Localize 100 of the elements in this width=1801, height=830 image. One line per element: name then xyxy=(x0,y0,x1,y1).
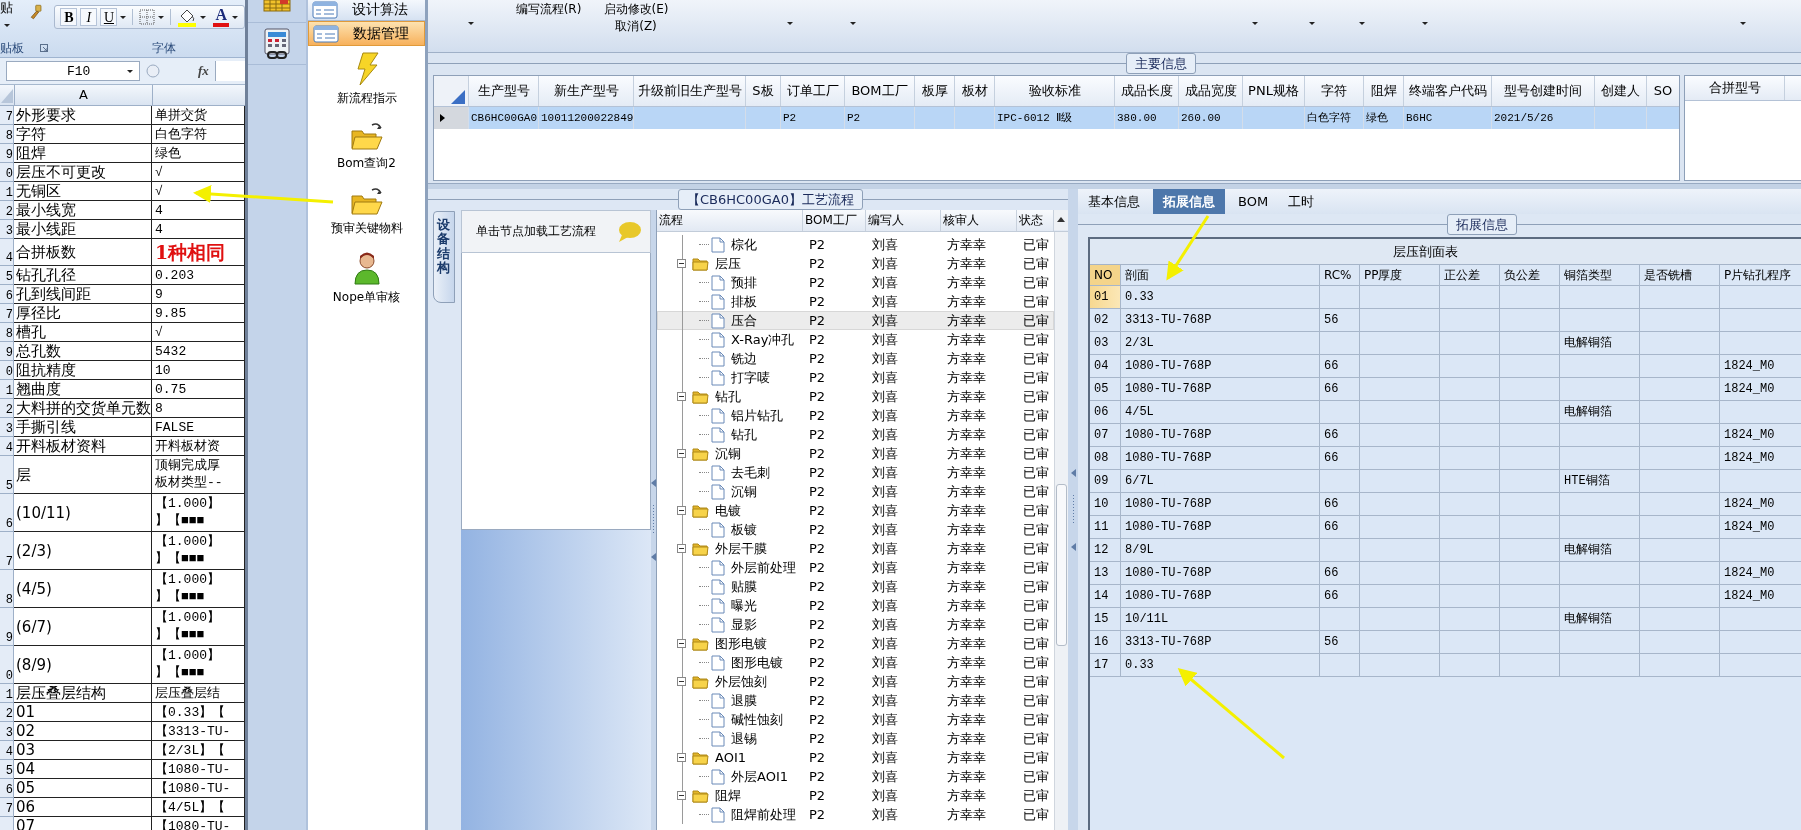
row-number[interactable]: 03 xyxy=(1090,332,1121,355)
toolbar-button[interactable]: 启动修改(E) 取消(Z) xyxy=(596,0,676,35)
column-header[interactable]: 铜箔类型 xyxy=(1560,265,1640,286)
row-header[interactable]: 1 xyxy=(0,182,14,201)
caret-icon[interactable] xyxy=(232,15,238,19)
row-header[interactable]: 6 xyxy=(0,285,14,304)
formula-field[interactable] xyxy=(214,61,245,81)
column-header[interactable]: 订单工厂 xyxy=(780,76,844,106)
tree-row[interactable]: 棕化 P2 刘喜 方幸幸 已审 xyxy=(657,235,1054,254)
column-header[interactable]: 流程 xyxy=(657,210,803,231)
expand-toggle[interactable] xyxy=(677,791,686,800)
column-header[interactable]: RC% xyxy=(1320,265,1360,286)
expand-toggle[interactable] xyxy=(677,544,686,553)
column-header[interactable]: 核审人 xyxy=(941,210,1017,231)
grip-icon[interactable] xyxy=(1071,494,1075,525)
tree-row[interactable]: X-Ray冲孔 P2 刘喜 方幸幸 已审 xyxy=(657,330,1054,349)
tree-row[interactable]: 显影 P2 刘喜 方幸幸 已审 xyxy=(657,615,1054,634)
tree-row[interactable]: 铣边 P2 刘喜 方幸幸 已审 xyxy=(657,349,1054,368)
table-row[interactable]: CB6HC00GA0 10011200022849 P2 P2 IPC-6012 Ⅱ级 380.00 260.00 白色字符 绿色 B6HC 2021/5/26 xyxy=(434,107,1679,129)
grid-icon[interactable] xyxy=(262,0,292,12)
tree-row[interactable]: 排板 P2 刘喜 方幸幸 已审 xyxy=(657,292,1054,311)
row-number[interactable]: 16 xyxy=(1090,631,1121,654)
column-header[interactable]: 板厚 xyxy=(914,76,954,106)
column-header[interactable]: PNL规格 xyxy=(1242,76,1304,106)
tab[interactable]: BOM xyxy=(1231,189,1276,214)
caret-icon[interactable] xyxy=(200,15,207,19)
tree-row[interactable]: 曝光 P2 刘喜 方幸幸 已审 xyxy=(657,596,1054,615)
tree-row[interactable]: 外层前处理 P2 刘喜 方幸幸 已审 xyxy=(657,558,1054,577)
row-header[interactable]: 1 xyxy=(0,380,14,399)
row-number[interactable]: 06 xyxy=(1090,401,1121,424)
nav-command[interactable]: Bom查询2 xyxy=(308,115,425,180)
caret-icon[interactable] xyxy=(468,22,474,25)
tree-row[interactable]: 预排 P2 刘喜 方幸幸 已审 xyxy=(657,273,1054,292)
row-number[interactable]: 07 xyxy=(1090,424,1121,447)
expand-toggle[interactable] xyxy=(677,449,686,458)
tree-row[interactable]: 层压 P2 刘喜 方幸幸 已审 xyxy=(657,254,1054,273)
row-header[interactable]: 5 xyxy=(0,760,14,779)
column-header[interactable]: 编写人 xyxy=(866,210,941,231)
collapse-arrow-icon[interactable] xyxy=(1070,542,1076,551)
row-header[interactable]: 4 xyxy=(0,741,14,760)
tab[interactable]: 拓展信息 xyxy=(1153,189,1225,214)
row-header[interactable]: 9 xyxy=(0,608,14,646)
column-header[interactable]: NO xyxy=(1090,265,1121,286)
row-header[interactable]: 3 xyxy=(0,418,14,437)
format-button[interactable]: U xyxy=(100,8,118,26)
column-header[interactable]: S板 xyxy=(745,76,780,106)
row-number[interactable]: 01 xyxy=(1090,286,1121,309)
row-number[interactable]: 04 xyxy=(1090,355,1121,378)
tree-row[interactable]: 压合 P2 刘喜 方幸幸 已审 xyxy=(657,311,1054,330)
collapse-arrow-icon[interactable] xyxy=(651,479,656,487)
row-header[interactable]: 2 xyxy=(0,399,14,418)
row-number[interactable]: 11 xyxy=(1090,516,1121,539)
column-header[interactable]: 生产型号 xyxy=(468,76,538,106)
caret-icon[interactable] xyxy=(1359,22,1365,25)
row-header[interactable]: 8 xyxy=(0,323,14,342)
row-header[interactable]: 3 xyxy=(0,220,14,239)
column-header[interactable]: 型号创建时间 xyxy=(1491,76,1594,106)
column-header[interactable]: PP厚度 xyxy=(1360,265,1440,286)
nav-group-button[interactable]: 设计算法 xyxy=(308,0,425,21)
row-header[interactable]: 1 xyxy=(0,684,14,703)
caret-icon[interactable] xyxy=(850,22,856,25)
tree-row[interactable]: 电镀 P2 刘喜 方幸幸 已审 xyxy=(657,501,1054,520)
nav-group-button[interactable]: 数据管理 xyxy=(308,21,425,46)
tree-row[interactable]: 图形电镀 P2 刘喜 方幸幸 已审 xyxy=(657,634,1054,653)
tree-row[interactable]: AOI1 P2 刘喜 方幸幸 已审 xyxy=(657,748,1054,767)
tree-row[interactable]: 钻孔 P2 刘喜 方幸幸 已审 xyxy=(657,387,1054,406)
tree-row[interactable]: 退膜 P2 刘喜 方幸幸 已审 xyxy=(657,691,1054,710)
column-header[interactable]: BOM工厂 xyxy=(803,210,866,231)
fill-color-icon[interactable] xyxy=(177,7,198,27)
column-header[interactable]: SO xyxy=(1646,76,1679,106)
column-header[interactable]: 是否铣槽 xyxy=(1640,265,1720,286)
expand-toggle[interactable] xyxy=(677,506,686,515)
row-header[interactable]: 8 xyxy=(0,125,14,144)
column-header[interactable]: 新生产型号 xyxy=(538,76,633,106)
tree-row[interactable]: 打字唛 P2 刘喜 方幸幸 已审 xyxy=(657,368,1054,387)
row-number[interactable]: 13 xyxy=(1090,562,1121,585)
row-number[interactable]: 02 xyxy=(1090,309,1121,332)
caret-icon[interactable] xyxy=(1422,22,1428,25)
tree-row[interactable]: 钻孔 P2 刘喜 方幸幸 已审 xyxy=(657,425,1054,444)
caret-icon[interactable] xyxy=(787,22,793,25)
tree-row[interactable]: 阻焊前处理 P2 刘喜 方幸幸 已审 xyxy=(657,805,1054,824)
column-header[interactable]: 创建人 xyxy=(1594,76,1646,106)
collapse-arrow-icon[interactable] xyxy=(651,553,656,561)
tree-row[interactable]: 碱性蚀刻 P2 刘喜 方幸幸 已审 xyxy=(657,710,1054,729)
row-number[interactable]: 05 xyxy=(1090,378,1121,401)
collapse-arrow-icon[interactable] xyxy=(1070,468,1076,477)
grip-icon[interactable] xyxy=(652,505,655,535)
tree-row[interactable]: 沉铜 P2 刘喜 方幸幸 已审 xyxy=(657,444,1054,463)
row-header[interactable]: 0 xyxy=(0,361,14,380)
tree-row[interactable]: 外层蚀刻 P2 刘喜 方幸幸 已审 xyxy=(657,672,1054,691)
row-header[interactable]: 6 xyxy=(0,779,14,798)
row-number[interactable]: 10 xyxy=(1090,493,1121,516)
expand-toggle[interactable] xyxy=(677,677,686,686)
scrollbar-thumb[interactable] xyxy=(1056,484,1067,646)
tree-row[interactable]: 外层干膜 P2 刘喜 方幸幸 已审 xyxy=(657,539,1054,558)
caret-icon[interactable] xyxy=(1740,22,1746,25)
tree-row[interactable]: 外层AOI1 P2 刘喜 方幸幸 已审 xyxy=(657,767,1054,786)
caret-icon[interactable] xyxy=(1309,22,1315,25)
row-header[interactable]: 0 xyxy=(0,646,14,684)
column-header[interactable]: 字符 xyxy=(1304,76,1363,106)
